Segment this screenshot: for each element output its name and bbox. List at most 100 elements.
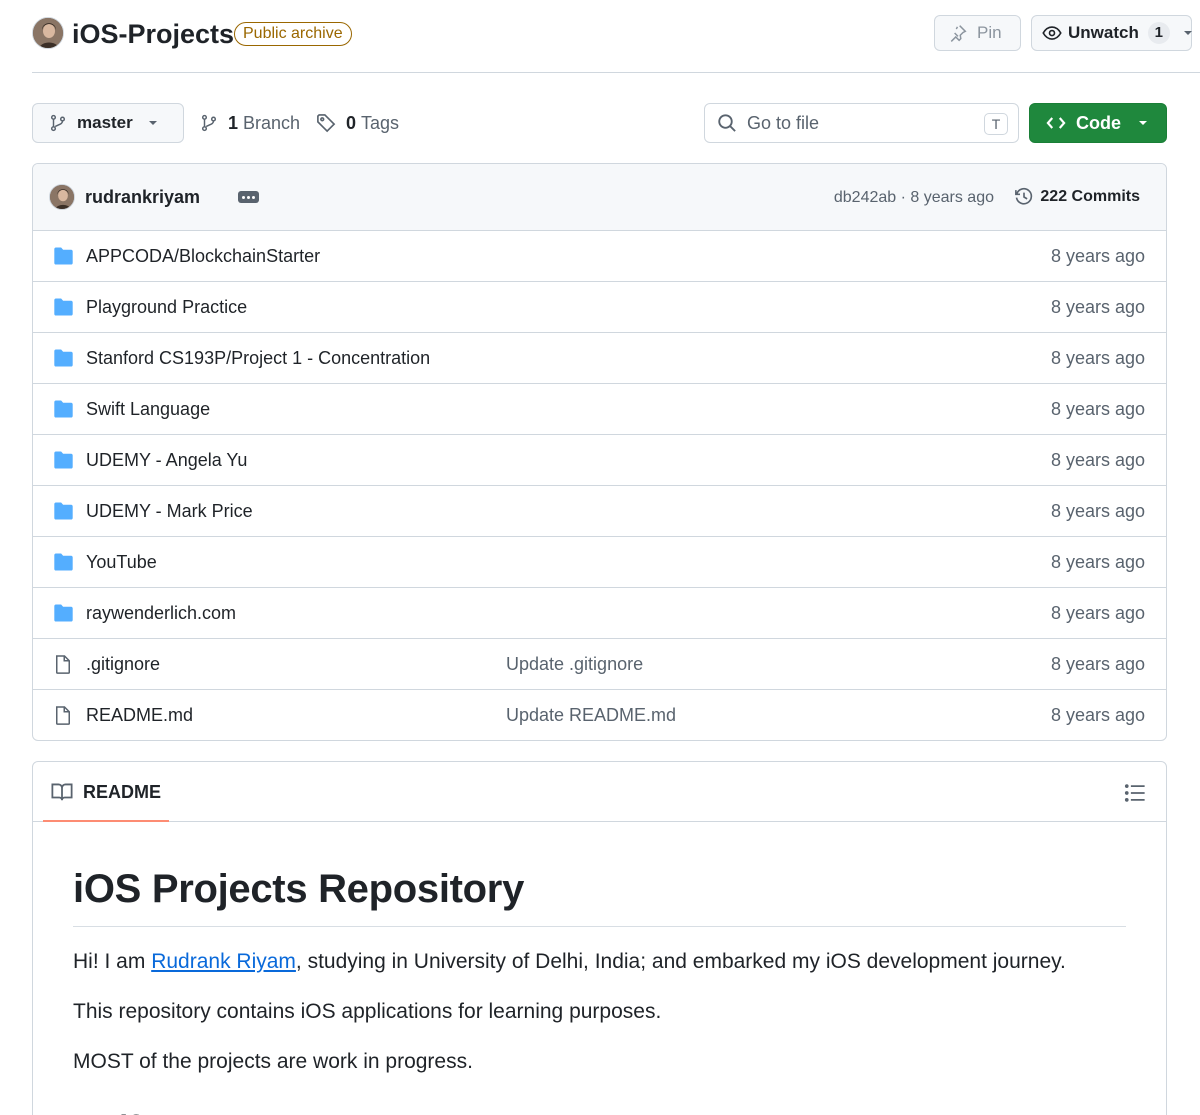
commit-age: 8 years ago — [1050, 603, 1145, 623]
file-row[interactable]: YouTube 8 years ago — [33, 537, 1166, 588]
folder-icon — [53, 603, 74, 623]
readme-header: README — [33, 762, 1166, 822]
readme-tab-label: README — [83, 782, 162, 802]
branch-name: master — [77, 113, 133, 132]
branch-count: 1 — [228, 112, 239, 133]
code-label: Code — [1076, 112, 1121, 133]
readme-heading: Swift Language — [73, 1107, 1126, 1115]
pin-button[interactable]: Pin — [934, 15, 1021, 51]
tag-count: 0 — [346, 112, 357, 133]
file-name[interactable]: APPCODA/BlockchainStarter — [86, 245, 320, 267]
file-row[interactable]: raywenderlich.com 8 years ago — [33, 588, 1166, 639]
eye-icon — [1042, 23, 1062, 43]
readme-panel: README iOS Projects Repository Hi! I am … — [32, 761, 1167, 1115]
file-icon — [53, 705, 73, 726]
commits-history-link[interactable]: 222 Commits — [1014, 185, 1140, 209]
history-icon — [1014, 187, 1034, 207]
folder-icon — [53, 501, 74, 521]
commit-message[interactable]: Update .gitignore — [506, 653, 643, 675]
file-name[interactable]: UDEMY - Mark Price — [86, 500, 253, 522]
readme-intro: Hi! I am Rudrank Riyam, studying in Univ… — [73, 947, 1126, 977]
folder-icon — [53, 399, 74, 419]
tags-link[interactable]: 0 Tags — [316, 103, 399, 143]
readme-tab[interactable]: README — [51, 780, 161, 804]
folder-icon — [53, 450, 74, 470]
repo-page: iOS-Projects Public archive Pin Unwatch … — [0, 0, 1200, 1115]
commit-age: 8 years ago — [1050, 348, 1145, 368]
file-row[interactable]: UDEMY - Angela Yu 8 years ago — [33, 435, 1166, 486]
file-name[interactable]: raywenderlich.com — [86, 602, 236, 624]
file-row[interactable]: UDEMY - Mark Price 8 years ago — [33, 486, 1166, 537]
commit-age: 8 years ago — [1050, 501, 1145, 521]
commit-age: 8 years ago — [1050, 297, 1145, 317]
tag-icon — [316, 113, 336, 133]
commit-age: 8 years ago — [1050, 450, 1145, 470]
file-name[interactable]: Playground Practice — [86, 296, 247, 318]
file-row[interactable]: .gitignore Update .gitignore 8 years ago — [33, 639, 1166, 690]
folder-icon — [53, 246, 74, 266]
folder-icon — [53, 552, 74, 572]
unwatch-button[interactable]: Unwatch 1 — [1031, 15, 1192, 51]
commit-message-toggle[interactable] — [238, 191, 259, 203]
file-row[interactable]: README.md Update README.md 8 years ago — [33, 690, 1166, 740]
file-name[interactable]: Swift Language — [86, 398, 210, 420]
readme-paragraph: MOST of the projects are work in progres… — [73, 1050, 473, 1073]
folder-icon — [53, 297, 74, 317]
code-icon — [1046, 113, 1066, 133]
watchers-count: 1 — [1147, 22, 1170, 44]
commit-age: 8 years ago — [1050, 246, 1145, 266]
owner-avatar[interactable] — [32, 17, 64, 49]
commit-sha-age[interactable]: db242ab · 8 years ago — [834, 188, 994, 208]
git-branch-icon — [200, 114, 218, 132]
file-name[interactable]: .gitignore — [86, 653, 160, 675]
readme-paragraph: This repository contains iOS application… — [73, 1000, 662, 1023]
chevron-down-icon — [147, 117, 159, 129]
file-row[interactable]: Swift Language 8 years ago — [33, 384, 1166, 435]
branch-selector[interactable]: master — [32, 103, 184, 143]
code-button[interactable]: Code — [1029, 103, 1167, 143]
repo-name[interactable]: iOS-Projects — [72, 17, 234, 51]
author-link[interactable]: Rudrank Riyam — [151, 950, 296, 973]
active-tab-indicator — [43, 820, 169, 822]
pin-icon — [949, 24, 967, 42]
commit-message[interactable]: Update README.md — [506, 704, 676, 726]
intro-text: Hi! I am — [73, 950, 152, 973]
commit-author[interactable]: rudrankriyam — [85, 185, 200, 209]
file-name[interactable]: Stanford CS193P/Project 1 - Concentratio… — [86, 347, 430, 369]
chevron-down-icon — [1137, 117, 1149, 129]
file-row[interactable]: Stanford CS193P/Project 1 - Concentratio… — [33, 333, 1166, 384]
branch-label: Branch — [243, 112, 301, 133]
file-tree: rudrankriyam db242ab · 8 years ago 222 C… — [32, 163, 1167, 741]
go-to-file-input[interactable] — [747, 112, 967, 134]
commits-count: 222 Commits — [1040, 188, 1140, 205]
search-icon — [717, 113, 737, 133]
file-name[interactable]: YouTube — [86, 551, 157, 573]
file-icon — [53, 654, 73, 675]
commit-age: 8 years ago — [1050, 705, 1145, 725]
unwatch-label: Unwatch — [1068, 23, 1139, 42]
shortcut-key-hint: T — [984, 113, 1008, 135]
file-name[interactable]: UDEMY - Angela Yu — [86, 449, 247, 471]
git-branch-icon — [49, 114, 67, 132]
branches-link[interactable]: 1 Branch — [200, 103, 300, 143]
list-unordered-icon[interactable] — [1124, 782, 1146, 804]
tag-label: Tags — [361, 112, 400, 133]
file-row[interactable]: APPCODA/BlockchainStarter 8 years ago — [33, 231, 1166, 282]
commit-age: 8 years ago — [1050, 654, 1145, 674]
go-to-file-search[interactable]: T — [704, 103, 1019, 143]
pin-label: Pin — [977, 23, 1002, 42]
archive-badge: Public archive — [234, 22, 352, 46]
file-row[interactable]: Playground Practice 8 years ago — [33, 282, 1166, 333]
chevron-down-icon[interactable] — [1182, 27, 1194, 39]
file-name[interactable]: README.md — [86, 704, 193, 726]
author-avatar[interactable] — [49, 184, 75, 210]
book-icon — [51, 781, 73, 803]
latest-commit-bar: rudrankriyam db242ab · 8 years ago 222 C… — [33, 164, 1166, 231]
readme-title: iOS Projects Repository — [73, 864, 1126, 927]
commit-age: 8 years ago — [1050, 552, 1145, 572]
readme-content: iOS Projects Repository Hi! I am Rudrank… — [33, 864, 1166, 1115]
folder-icon — [53, 348, 74, 368]
commit-age: 8 years ago — [1050, 399, 1145, 419]
file-rows: APPCODA/BlockchainStarter 8 years ago Play… — [33, 231, 1166, 740]
repo-header: iOS-Projects Public archive Pin Unwatch … — [32, 0, 1200, 73]
